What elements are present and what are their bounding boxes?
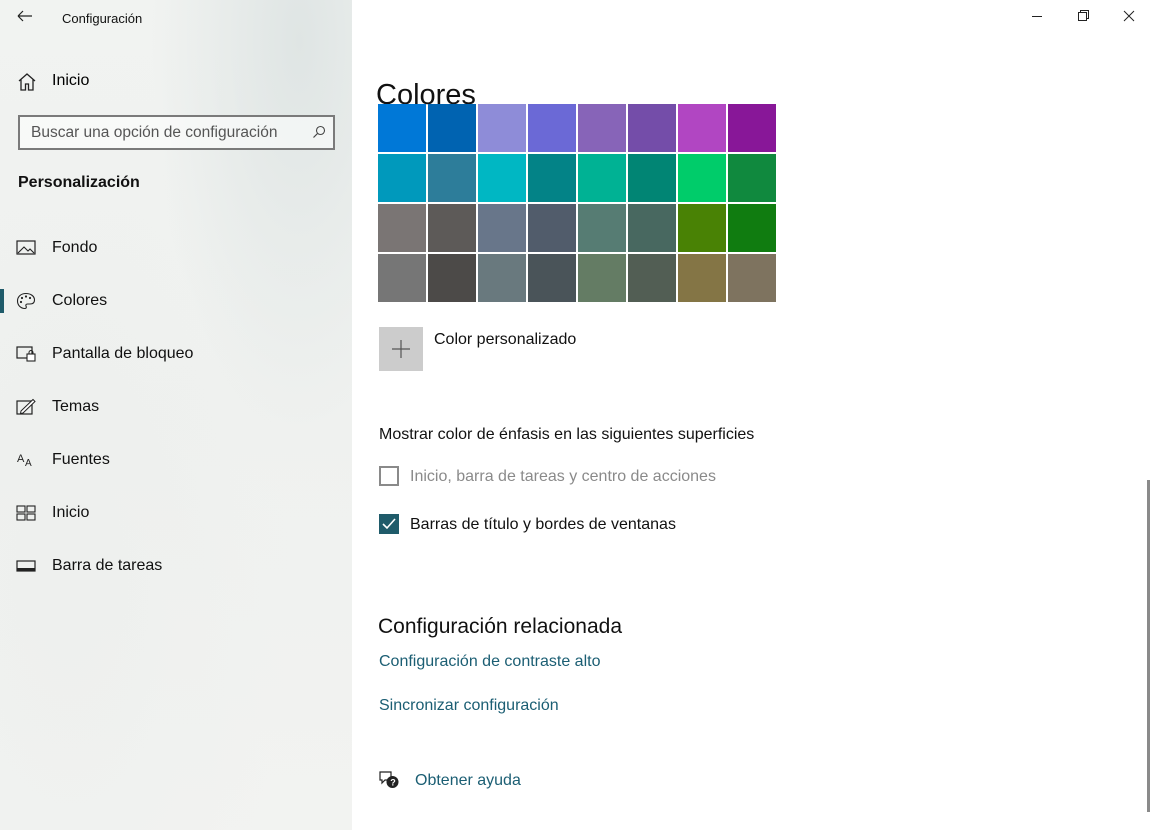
color-swatch[interactable] (478, 104, 526, 152)
color-swatch[interactable] (528, 104, 576, 152)
start-icon (16, 505, 36, 521)
color-swatch[interactable] (378, 104, 426, 152)
back-arrow-icon (17, 10, 32, 22)
color-swatch[interactable] (628, 154, 676, 202)
color-swatch[interactable] (478, 204, 526, 252)
sidebar-item-colores[interactable]: Colores (0, 283, 352, 319)
fonts-icon: A A (17, 453, 32, 469)
color-swatch[interactable] (628, 254, 676, 302)
picture-icon (16, 240, 36, 255)
color-swatch[interactable] (478, 154, 526, 202)
svg-text:A: A (25, 458, 32, 469)
title-bars-checkbox-label: Barras de título y bordes de ventanas (410, 516, 676, 533)
start-taskbar-checkbox[interactable] (379, 466, 399, 486)
color-swatch[interactable] (578, 254, 626, 302)
color-swatch[interactable] (578, 204, 626, 252)
custom-color-label: Color personalizado (434, 331, 577, 348)
color-swatch[interactable] (428, 254, 476, 302)
plus-icon (392, 340, 410, 358)
help-icon: ? (379, 771, 399, 788)
sidebar-item-label: Fuentes (52, 451, 110, 468)
close-button[interactable] (1106, 0, 1152, 32)
search-input[interactable]: Buscar una opción de configuración (18, 115, 335, 150)
sidebar-item-temas[interactable]: Temas (0, 389, 352, 425)
sidebar-item-label: Temas (52, 398, 100, 415)
restore-icon (1078, 10, 1089, 21)
color-swatch[interactable] (528, 204, 576, 252)
color-swatch[interactable] (628, 204, 676, 252)
sidebar-item-label: Fondo (52, 239, 98, 256)
color-swatch[interactable] (528, 154, 576, 202)
color-swatch[interactable] (728, 154, 776, 202)
back-button[interactable] (12, 4, 38, 28)
get-help-link[interactable]: Obtener ayuda (415, 772, 521, 790)
minimize-button[interactable] (1014, 0, 1060, 32)
color-swatch[interactable] (678, 104, 726, 152)
sidebar-item-fuentes[interactable]: A A Fuentes (0, 442, 352, 478)
sidebar-item-label: Barra de tareas (52, 557, 163, 574)
color-swatch[interactable] (728, 204, 776, 252)
color-swatch[interactable] (728, 254, 776, 302)
color-swatch[interactable] (528, 254, 576, 302)
color-swatch[interactable] (628, 104, 676, 152)
restore-button[interactable] (1060, 0, 1106, 32)
color-swatch[interactable] (378, 254, 426, 302)
color-swatch[interactable] (478, 254, 526, 302)
color-swatch-grid (378, 104, 778, 302)
title-bars-checkbox[interactable] (379, 514, 399, 534)
custom-color-button[interactable] (379, 327, 423, 371)
sidebar-item-label: Inicio (52, 504, 90, 521)
nav-home[interactable]: Inicio (0, 66, 352, 98)
sidebar-item-fondo[interactable]: Fondo (0, 230, 352, 266)
taskbar-icon (16, 560, 36, 572)
sidebar-item-label: Colores (52, 292, 108, 309)
color-swatch[interactable] (428, 154, 476, 202)
sync-settings-link[interactable]: Sincronizar configuración (379, 697, 559, 715)
related-settings-heading: Configuración relacionada (378, 615, 622, 638)
close-icon (1123, 10, 1135, 22)
main-panel: Colores Color personalizado Mostrar colo… (352, 0, 1152, 830)
color-swatch[interactable] (578, 154, 626, 202)
color-swatch[interactable] (678, 254, 726, 302)
selection-indicator (0, 289, 4, 313)
color-swatch[interactable] (678, 204, 726, 252)
app-title: Configuración (62, 11, 143, 26)
home-icon (18, 73, 36, 91)
sidebar-item-pantalla-de-bloqueo[interactable]: Pantalla de bloqueo (0, 336, 352, 372)
color-swatch[interactable] (728, 104, 776, 152)
color-swatch[interactable] (428, 204, 476, 252)
checkmark-icon (382, 518, 396, 530)
sidebar-item-barra-de-tareas[interactable]: Barra de tareas (0, 548, 352, 584)
sidebar-item-inicio[interactable]: Inicio (0, 495, 352, 531)
minimize-icon (1032, 16, 1042, 17)
lock-screen-icon (16, 346, 36, 362)
search-icon (313, 125, 326, 138)
svg-text:?: ? (390, 777, 396, 787)
themes-icon (16, 398, 36, 415)
palette-icon (16, 292, 36, 310)
high-contrast-link[interactable]: Configuración de contraste alto (379, 653, 600, 671)
section-title: Personalización (18, 174, 140, 191)
start-taskbar-checkbox-label: Inicio, barra de tareas y centro de acci… (410, 468, 716, 485)
color-swatch[interactable] (378, 154, 426, 202)
color-swatch[interactable] (428, 104, 476, 152)
color-swatch[interactable] (378, 204, 426, 252)
nav-home-label: Inicio (52, 72, 90, 89)
color-swatch[interactable] (678, 154, 726, 202)
sidebar-item-label: Pantalla de bloqueo (52, 345, 194, 362)
sidebar: Configuración Inicio Buscar una opción d… (0, 0, 352, 830)
search-placeholder: Buscar una opción de configuración (31, 124, 278, 141)
scrollbar[interactable] (1147, 480, 1150, 812)
color-swatch[interactable] (578, 104, 626, 152)
accent-surfaces-heading: Mostrar color de énfasis en las siguient… (379, 426, 755, 443)
svg-text:A: A (17, 453, 25, 465)
